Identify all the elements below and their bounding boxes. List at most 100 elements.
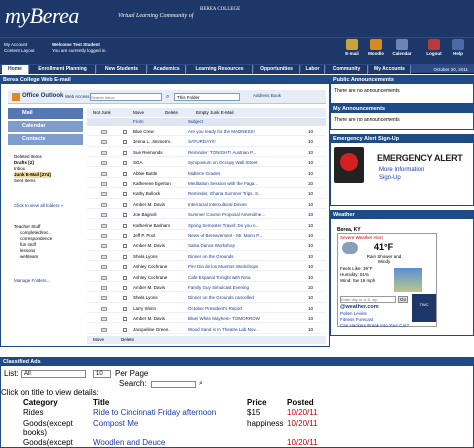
message-checkbox[interactable]: [123, 244, 127, 249]
message-subject[interactable]: Symposium on Occupy Wall Street: [188, 159, 308, 167]
message-subject[interactable]: Summer Course Proposal Amendme...: [188, 211, 308, 219]
tab-labor[interactable]: Labor: [301, 65, 325, 74]
subject-column-header[interactable]: Subject: [188, 118, 203, 126]
message-subject[interactable]: Are you ready for the MADNESS!: [188, 128, 308, 136]
message-checkbox[interactable]: [123, 140, 127, 145]
folder-sent-items[interactable]: Sent Items: [14, 178, 36, 184]
empty-junk-button[interactable]: Empty Junk E-Mail: [196, 108, 234, 117]
not-junk-button[interactable]: Not Junk: [93, 108, 111, 117]
address-book-link[interactable]: Address Book: [253, 93, 281, 98]
message-checkbox[interactable]: [123, 223, 127, 228]
message-subject[interactable]: Spring Semester Travel: Do you n...: [188, 222, 308, 230]
message-checkbox[interactable]: [123, 306, 127, 311]
message-row[interactable]: Joe Bagnoli Summer Course Proposal Amendm…: [87, 211, 326, 220]
tab-enrollment-planning[interactable]: Enrollment Planning: [30, 65, 96, 74]
help-tool[interactable]: Help: [448, 39, 468, 56]
message-subject[interactable]: Reminder, Ghana Summer Trips. S...: [188, 190, 308, 198]
weather-brand-logo[interactable]: @weather.com: [340, 304, 379, 310]
message-row[interactable]: Amber M. Davis Salsa Dance Workshop 10: [87, 242, 326, 251]
message-checkbox[interactable]: [123, 296, 127, 301]
footer-move-button[interactable]: Move: [93, 336, 104, 344]
message-subject[interactable]: October President's Report: [188, 305, 308, 313]
message-row[interactable]: Ashley Cochrane Cafe Espanol Tonight with…: [87, 274, 326, 282]
message-checkbox[interactable]: [123, 265, 127, 270]
hackers-article-link[interactable]: Can Hackers Break Into Your Car?: [340, 323, 409, 328]
message-row[interactable]: Sue Reimonds Reminder: TONIGHT! Austrian …: [87, 149, 326, 157]
message-subject[interactable]: Midterm Grades: [188, 170, 308, 178]
tab-opportunities[interactable]: Opportunities: [254, 65, 300, 74]
message-checkbox[interactable]: [123, 275, 127, 280]
tab-my-accounts[interactable]: My Accounts: [369, 65, 411, 74]
footer-delete-button[interactable]: Delete: [121, 336, 134, 344]
message-subject[interactable]: Reminder: TONIGHT! Austrian P...: [188, 149, 308, 157]
message-row[interactable]: Shela Lyons Dinner on the Grounds 10: [87, 253, 326, 261]
message-row[interactable]: Katherine Basham Spring Semester Travel: …: [87, 222, 326, 230]
message-checkbox[interactable]: [123, 254, 127, 259]
tab-home[interactable]: Home: [2, 65, 29, 74]
message-checkbox[interactable]: [123, 150, 127, 155]
message-subject[interactable]: Dinner on the Grounds: [188, 253, 308, 261]
row-title-link[interactable]: Ride to Cincinnati Friday afternoon: [93, 408, 216, 418]
message-subject[interactable]: News of Bereavement - Mr. Mario P...: [188, 232, 308, 240]
message-checkbox[interactable]: [123, 202, 127, 207]
email-tool[interactable]: E-mail: [342, 39, 362, 56]
message-row[interactable]: Katherene Egerton Meditation Session with…: [87, 180, 326, 189]
message-subject[interactable]: Pin! Dia de los Muertos Workshops: [188, 263, 308, 271]
content-layout-link[interactable]: Content Layout: [4, 48, 35, 54]
from-column-header[interactable]: From: [133, 118, 144, 126]
message-row[interactable]: Amber M. Davis Blue/ White Mayhem- TOMORR…: [87, 315, 326, 324]
row-title-link[interactable]: Compost Me: [93, 419, 138, 429]
nav-mail[interactable]: Mail: [8, 108, 83, 119]
move-button[interactable]: Move: [133, 108, 144, 117]
row-title-link[interactable]: Woodlen and Deuce: [93, 438, 165, 448]
message-subject[interactable]: Wood Sand is In Theatre Lab Nov...: [188, 326, 308, 334]
message-checkbox[interactable]: [123, 213, 127, 218]
classified-search-input[interactable]: [151, 381, 196, 388]
pollen-levels-link[interactable]: Pollen Levels: [340, 311, 367, 316]
message-row[interactable]: SGA Symposium on Occupy Wall Street 10: [87, 159, 326, 168]
message-row[interactable]: Jenna L. Jimmerm.. SATURDAY!!! 10: [87, 138, 326, 147]
more-information-link[interactable]: More Information: [379, 167, 424, 173]
site-logo[interactable]: myBerea: [5, 3, 79, 29]
logout-tool[interactable]: Logout: [424, 39, 444, 56]
message-checkbox[interactable]: [123, 182, 127, 186]
message-row[interactable]: Jeff P. Pool News of Bereavement - Mr. Ma…: [87, 232, 326, 241]
message-checkbox[interactable]: [123, 286, 127, 290]
list-select[interactable]: All: [21, 370, 86, 378]
message-checkbox[interactable]: [123, 317, 127, 322]
message-checkbox[interactable]: [123, 171, 127, 176]
message-row[interactable]: Blue Crew Are you ready for the MADNESS! 1…: [87, 128, 326, 137]
search-icon[interactable]: ⌕: [166, 93, 172, 101]
zip-input[interactable]: [340, 296, 396, 303]
message-row[interactable]: Ashley Cochrane Pin! Dia de los Muertos W…: [87, 263, 326, 272]
message-subject[interactable]: Dinner on the Grounds cancelled: [188, 294, 308, 302]
message-row[interactable]: Abbie Buttle Midterm Grades 10: [87, 170, 326, 178]
folder-webteam[interactable]: webteam: [20, 254, 38, 260]
message-checkbox[interactable]: [123, 234, 127, 238]
view-all-folders-link[interactable]: Click to view all folders »: [14, 203, 63, 209]
message-row[interactable]: Amber M. Davis Family Guy Simulcast Eveni…: [87, 284, 326, 293]
sign-up-link[interactable]: Sign-Up: [379, 175, 401, 181]
message-checkbox[interactable]: [123, 192, 127, 197]
severe-weather-alert-link[interactable]: Severe Weather Alert: [340, 235, 383, 240]
message-subject[interactable]: Interracial Intercultural Dinner: [188, 201, 308, 209]
calendar-tool[interactable]: Calendar: [392, 39, 412, 56]
moodle-tool[interactable]: Moodle: [366, 39, 386, 56]
tab-academics[interactable]: Academics: [148, 65, 186, 74]
message-checkbox[interactable]: [123, 327, 127, 332]
delete-button[interactable]: Delete: [165, 108, 178, 117]
tab-community[interactable]: Community: [326, 65, 368, 74]
nav-calendar[interactable]: Calendar: [8, 121, 83, 132]
message-subject[interactable]: Blue/ White Mayhem- TOMORROW: [188, 315, 308, 323]
tab-new-students[interactable]: New Students: [97, 65, 147, 74]
message-row[interactable]: Jacqueline Green.. Wood Sand is In Theatr…: [87, 326, 326, 334]
message-subject[interactable]: Meditation Session with the Faga...: [188, 180, 308, 188]
message-checkbox[interactable]: [123, 130, 127, 134]
weather-go-button[interactable]: Go: [398, 296, 408, 303]
nav-contacts[interactable]: Contacts: [8, 134, 83, 145]
message-row[interactable]: Amber M. Davis Interracial Intercultural …: [87, 201, 326, 209]
message-subject[interactable]: SATURDAY!!!: [188, 138, 308, 146]
message-row[interactable]: Larry Shinn October President's Report 10: [87, 305, 326, 313]
message-subject[interactable]: Salsa Dance Workshop: [188, 242, 308, 250]
manage-folders-link[interactable]: Manage Folders...: [14, 278, 50, 284]
